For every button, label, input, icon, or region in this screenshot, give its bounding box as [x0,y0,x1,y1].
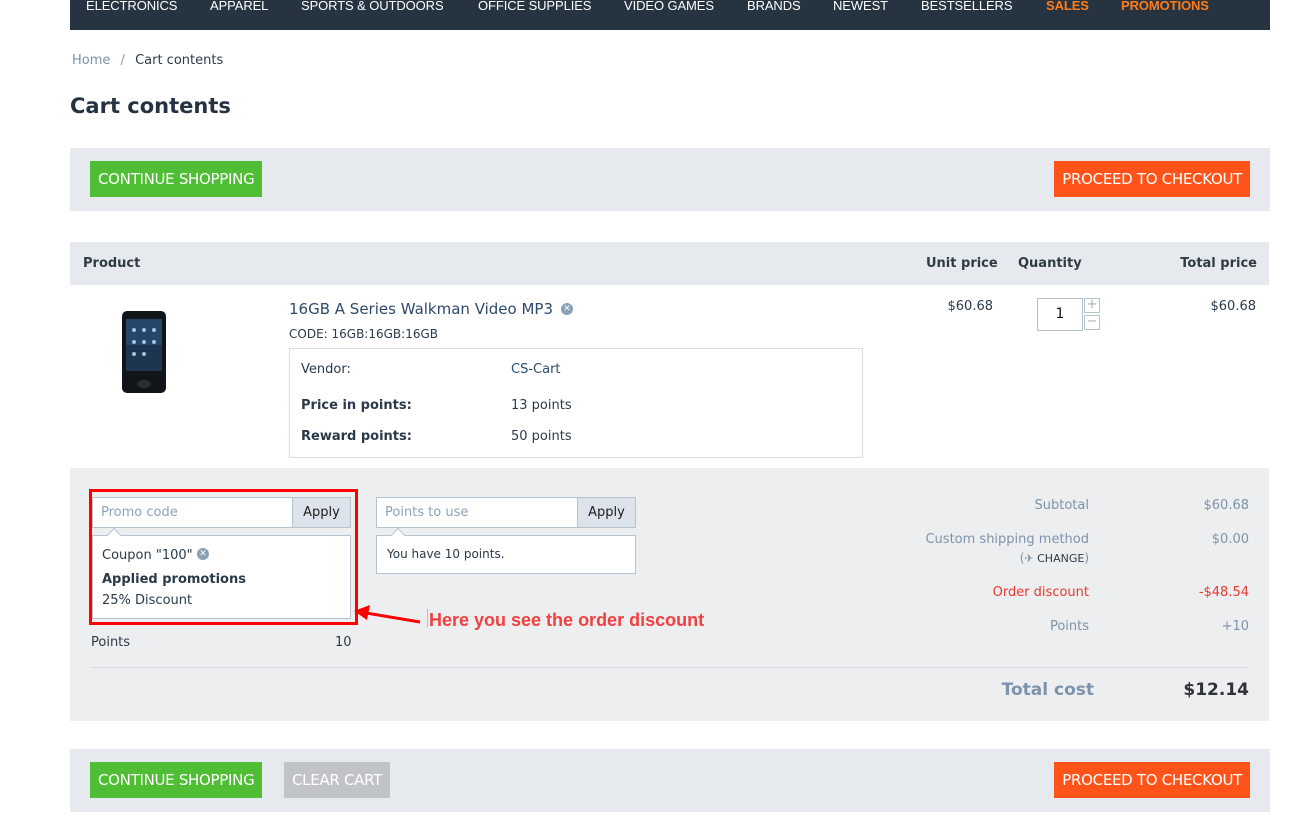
proceed-to-checkout-button[interactable]: PROCEED TO CHECKOUT [1054,161,1250,197]
continue-shopping-button[interactable]: CONTINUE SHOPPING [90,161,263,197]
total-cost-label: Total cost [1001,680,1094,700]
text-cursor [427,609,428,627]
nav-item-apparel[interactable]: APPAREL [210,0,268,13]
remove-product-icon[interactable]: ✕ [561,303,573,315]
subtotal-value: $60.68 [1203,498,1250,513]
change-shipping-link[interactable]: (✈ CHANGE) [1020,551,1089,565]
quantity-decrease-button[interactable]: − [1084,315,1100,330]
points-row-value: 10 [335,635,352,650]
annotation-highlight-box [89,489,358,625]
breadcrumb-home-link[interactable]: Home [72,53,110,68]
option-value-vendor[interactable]: CS-Cart [511,362,561,377]
page-title: Cart contents [70,94,231,118]
order-discount-value: -$48.54 [1198,585,1249,600]
summary-divider [91,667,1249,668]
column-header-unit-price: Unit price [926,256,998,271]
option-label-price-in-points: Price in points: [301,398,412,413]
cart-table-header: Product Unit price Quantity Total price [70,242,1269,285]
subtotal-label: Subtotal [1034,498,1089,513]
clear-cart-button[interactable]: CLEAR CART [284,762,390,798]
annotation-arrow-icon [354,605,421,624]
nav-item-newest[interactable]: NEWEST [833,0,888,13]
top-navigation: ELECTRONICS APPAREL SPORTS & OUTDOORS OF… [70,0,1270,30]
nav-item-sports-outdoors[interactable]: SPORTS & OUTDOORS [301,0,444,13]
nav-item-electronics[interactable]: ELECTRONICS [86,0,177,13]
continue-shopping-button-bottom[interactable]: CONTINUE SHOPPING [90,762,263,798]
nav-item-sales[interactable]: SALES [1046,0,1089,13]
annotation-text: Here you see the order discount [429,610,705,630]
order-discount-label: Order discount [992,585,1089,600]
points-apply-button[interactable]: Apply [577,497,636,528]
product-options-box: Vendor: CS-Cart Price in points: 13 poin… [289,348,863,458]
nav-item-office-supplies[interactable]: OFFICE SUPPLIES [478,0,591,13]
option-label-vendor: Vendor: [301,362,351,377]
option-value-price-in-points: 13 points [511,398,572,413]
nav-item-brands[interactable]: BRANDS [747,0,801,13]
airplane-icon: ✈ [1024,552,1034,565]
breadcrumb-current: Cart contents [135,53,224,68]
breadcrumb-separator: / [120,53,125,68]
quantity-increase-button[interactable]: + [1084,298,1100,313]
breadcrumb: Home / Cart contents [72,53,223,68]
column-header-quantity: Quantity [1018,256,1082,271]
option-value-reward-points: 50 points [511,429,572,444]
unit-price: $60.68 [947,299,994,314]
quantity-input[interactable]: 1 [1037,298,1083,331]
nav-item-bestsellers[interactable]: BESTSELLERS [921,0,1012,13]
product-name-link[interactable]: 16GB A Series Walkman Video MP3 [289,300,553,318]
total-cost-value: $12.14 [1183,680,1249,700]
shipping-method-label: Custom shipping method [925,532,1089,547]
column-header-total-price: Total price [1180,256,1257,271]
points-earned-label: Points [1049,619,1089,634]
option-label-reward-points: Reward points: [301,429,412,444]
proceed-to-checkout-button-bottom[interactable]: PROCEED TO CHECKOUT [1054,762,1250,798]
product-code: CODE: 16GB:16GB:16GB [289,327,438,341]
points-to-use-input[interactable]: Points to use [376,497,578,528]
shipping-value: $0.00 [1211,532,1249,547]
total-price: $60.68 [1210,299,1257,314]
points-row-label: Points [91,635,131,650]
top-button-bar: CONTINUE SHOPPING PROCEED TO CHECKOUT [70,148,1270,211]
change-shipping-label[interactable]: CHANGE [1037,552,1084,565]
column-header-product: Product [83,256,141,271]
paren-close: ) [1084,551,1089,565]
nav-item-video-games[interactable]: VIDEO GAMES [624,0,714,13]
product-image[interactable] [84,306,204,396]
bottom-button-bar: CONTINUE SHOPPING CLEAR CART PROCEED TO … [70,749,1270,812]
points-earned-value: +10 [1221,619,1249,634]
points-available-text: You have 10 points. [387,547,505,561]
nav-item-promotions[interactable]: PROMOTIONS [1121,0,1209,13]
